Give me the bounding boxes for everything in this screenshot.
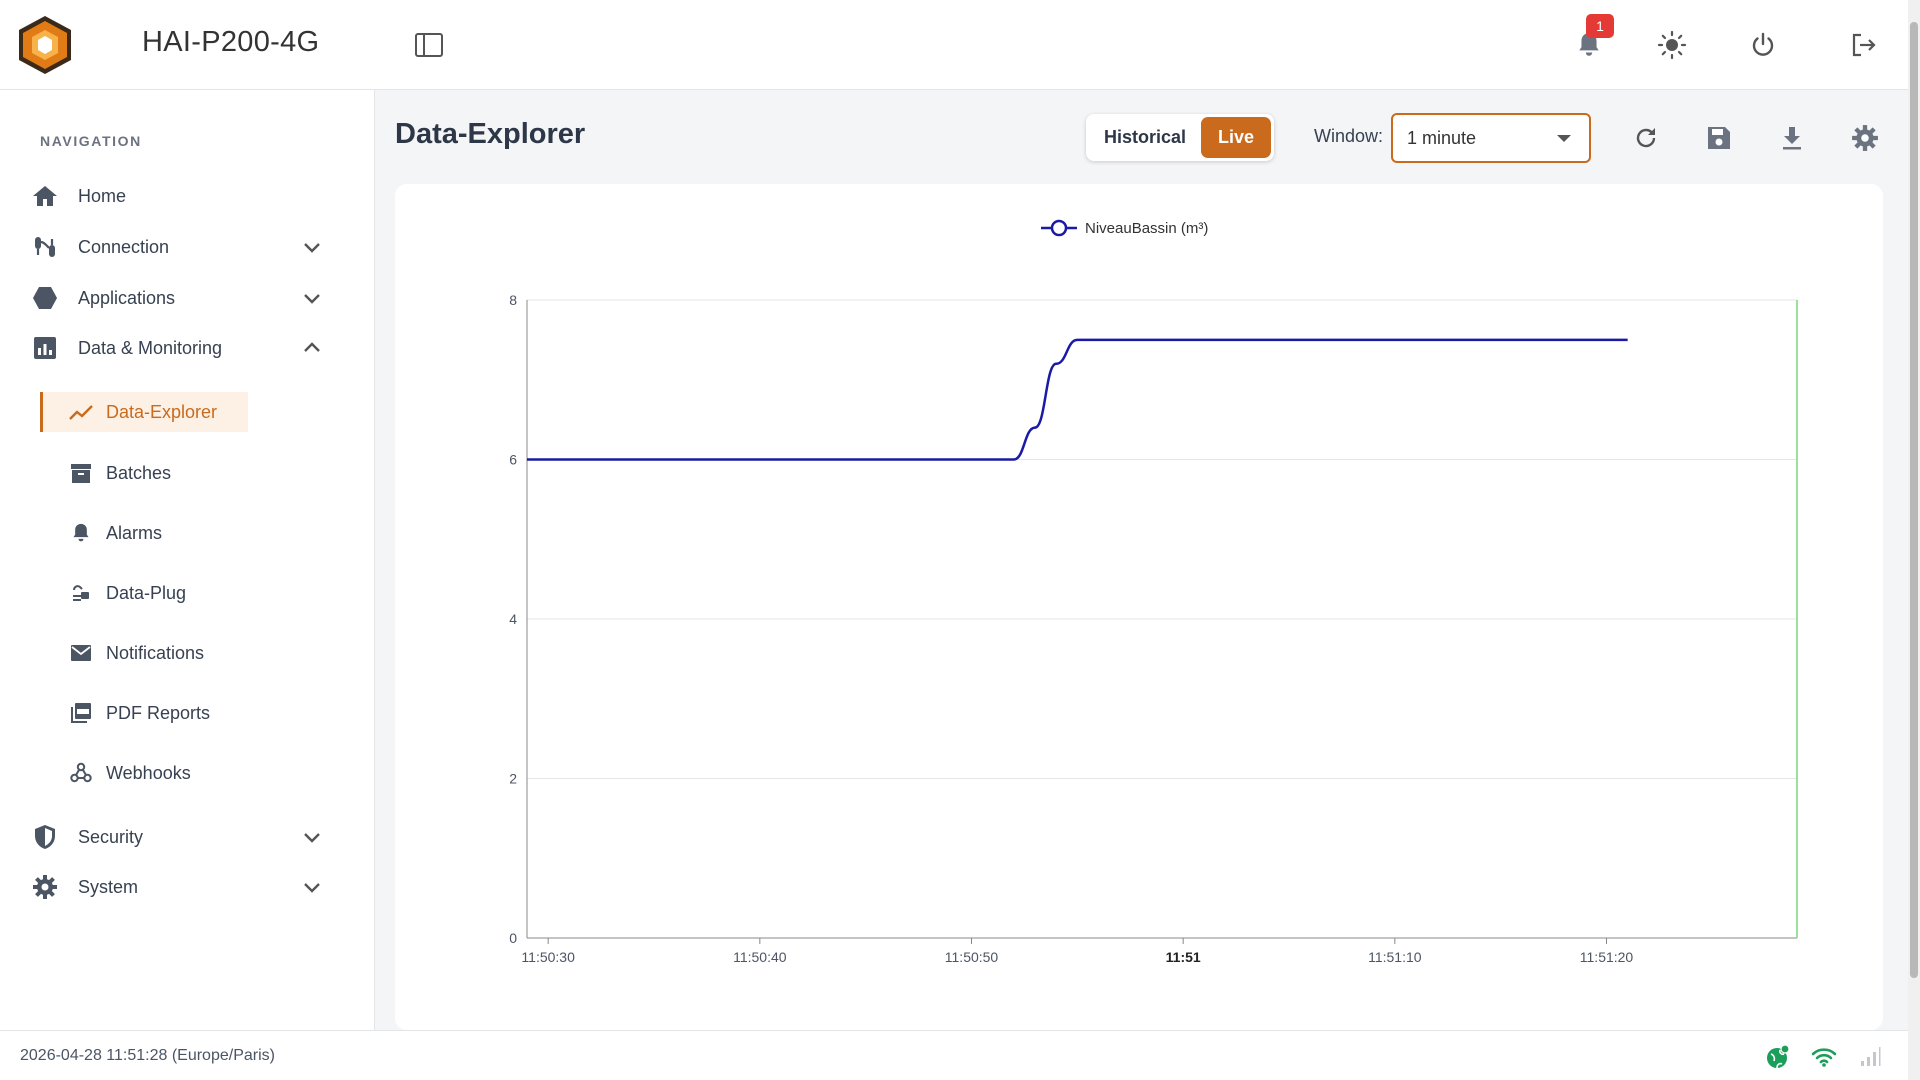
hexagon-icon [28, 281, 62, 315]
chart-settings-button[interactable] [1848, 121, 1882, 155]
legend-marker [1050, 219, 1068, 237]
footer-datetime: 2026-04-28 11:51:28 (Europe/Paris) [20, 1047, 275, 1064]
refresh-icon [1636, 128, 1656, 148]
sidebar-item-home[interactable]: Home [28, 176, 338, 216]
home-icon [28, 179, 62, 213]
sidebar-subitem-data-explorer[interactable]: Data-Explorer [40, 392, 248, 432]
power-icon [1752, 32, 1774, 56]
sidebar-subitem-label: Data-Plug [106, 582, 187, 603]
shield-icon [28, 820, 62, 854]
chart-box-icon [28, 331, 62, 365]
x-tick-label: 11:51:20 [1580, 949, 1634, 965]
app-logo-icon [19, 16, 71, 74]
line-chart: 0 2 4 6 8 11:50:30 11:50:40 11:50:50 11:51 11:51:… [509, 219, 1798, 965]
sidebar-subitem-alarms[interactable]: Alarms [40, 513, 248, 553]
connection-icon [28, 230, 62, 264]
notification-badge: 1 [1586, 14, 1614, 38]
sidebar-item-security[interactable]: Security [28, 817, 338, 857]
theme-toggle-button[interactable] [1655, 28, 1689, 62]
bell-icon [68, 520, 94, 546]
power-button[interactable] [1746, 28, 1780, 62]
sidebar-item-system[interactable]: System [28, 867, 338, 907]
sidebar-item-label: Home [78, 185, 127, 206]
save-icon [1708, 127, 1730, 149]
window-label: Window: [1314, 126, 1384, 146]
series-line-niveaubassin [527, 338, 1628, 461]
sidebar-subitem-label: Data-Explorer [106, 401, 218, 422]
legend-label: NiveauBassin (m³) [1085, 220, 1208, 237]
mode-toggle: Historical Live [1086, 114, 1274, 161]
logout-icon [1852, 33, 1876, 57]
sidebar-item-label: Connection [78, 236, 170, 257]
sidebar-subitem-batches[interactable]: Batches [40, 453, 248, 493]
sidebar-subitem-label: Notifications [106, 642, 205, 663]
chevron-down-icon [304, 294, 320, 304]
sidebar-item-data-monitoring[interactable]: Data & Monitoring [28, 328, 338, 368]
sidebar-subitem-label: PDF Reports [106, 702, 211, 723]
download-icon [1783, 127, 1801, 150]
sun-icon [1657, 30, 1687, 60]
x-tick-label: 11:50:40 [733, 949, 787, 965]
sidebar-subitem-pdf-reports[interactable]: PDF Reports [40, 693, 248, 733]
chevron-down-icon [304, 833, 320, 843]
sidebar-item-label: System [78, 876, 139, 897]
sidebar-subitem-data-plug[interactable]: Data-Plug [40, 573, 248, 613]
plug-icon [68, 580, 94, 606]
signal-icon [1856, 1043, 1884, 1071]
sidebar: NAVIGATION Home Connection Applications [0, 90, 375, 1030]
sidebar-toggle-icon[interactable] [414, 31, 444, 59]
chevron-down-icon [304, 243, 320, 253]
sidebar-item-connection[interactable]: Connection [28, 227, 338, 267]
x-tick-label: 11:50:50 [945, 949, 999, 965]
caret-down-icon [1557, 135, 1571, 142]
pdf-icon [68, 700, 94, 726]
sidebar-item-label: Applications [78, 287, 176, 308]
y-tick-label: 0 [509, 930, 517, 946]
sidebar-subitem-label: Alarms [106, 522, 163, 543]
chart-card: 0 2 4 6 8 11:50:30 11:50:40 11:50:50 11:51 11:51:… [395, 184, 1883, 1030]
window-select[interactable]: 1 minute [1391, 113, 1591, 163]
y-tick-label: 6 [509, 452, 517, 468]
scrollbar-thumb[interactable] [1910, 22, 1918, 978]
page-scrollbar[interactable] [1908, 0, 1920, 1080]
historical-button[interactable]: Historical [1089, 117, 1201, 158]
top-header: HAI-P200-4G 1 [0, 0, 1908, 90]
footer: 2026-04-28 11:51:28 (Europe/Paris) [0, 1030, 1908, 1080]
logout-button[interactable] [1846, 28, 1880, 62]
live-button[interactable]: Live [1201, 117, 1271, 158]
settings-icon [1852, 125, 1878, 151]
refresh-button[interactable] [1629, 121, 1663, 155]
globe-status-icon [1764, 1043, 1792, 1071]
gear-icon [28, 870, 62, 904]
sidebar-item-applications[interactable]: Applications [28, 278, 338, 318]
x-tick-label: 11:51 [1166, 949, 1201, 965]
y-tick-label: 8 [509, 292, 517, 308]
archive-icon [68, 460, 94, 486]
app-title: HAI-P200-4G [142, 26, 320, 58]
y-tick-label: 2 [509, 771, 517, 787]
webhook-icon [68, 760, 94, 786]
save-button[interactable] [1702, 121, 1736, 155]
chevron-down-icon [304, 883, 320, 893]
sidebar-subitem-label: Batches [106, 462, 172, 483]
wifi-icon [1810, 1043, 1838, 1071]
sidebar-subitem-webhooks[interactable]: Webhooks [40, 753, 248, 793]
sidebar-item-label: Security [78, 826, 144, 847]
mail-icon [68, 640, 94, 666]
chevron-up-icon [304, 342, 320, 352]
sidebar-subitem-label: Webhooks [106, 762, 191, 783]
x-tick-label: 11:50:30 [521, 949, 575, 965]
navigation-section-label: NAVIGATION [40, 133, 142, 149]
y-tick-label: 4 [509, 611, 517, 627]
window-select-value: 1 minute [1407, 127, 1477, 148]
sidebar-item-label: Data & Monitoring [78, 337, 223, 358]
sidebar-subitem-notifications[interactable]: Notifications [40, 633, 248, 673]
trending-icon [68, 399, 94, 425]
x-tick-label: 11:51:10 [1368, 949, 1422, 965]
page-title: Data-Explorer [395, 118, 586, 150]
download-button[interactable] [1775, 121, 1809, 155]
